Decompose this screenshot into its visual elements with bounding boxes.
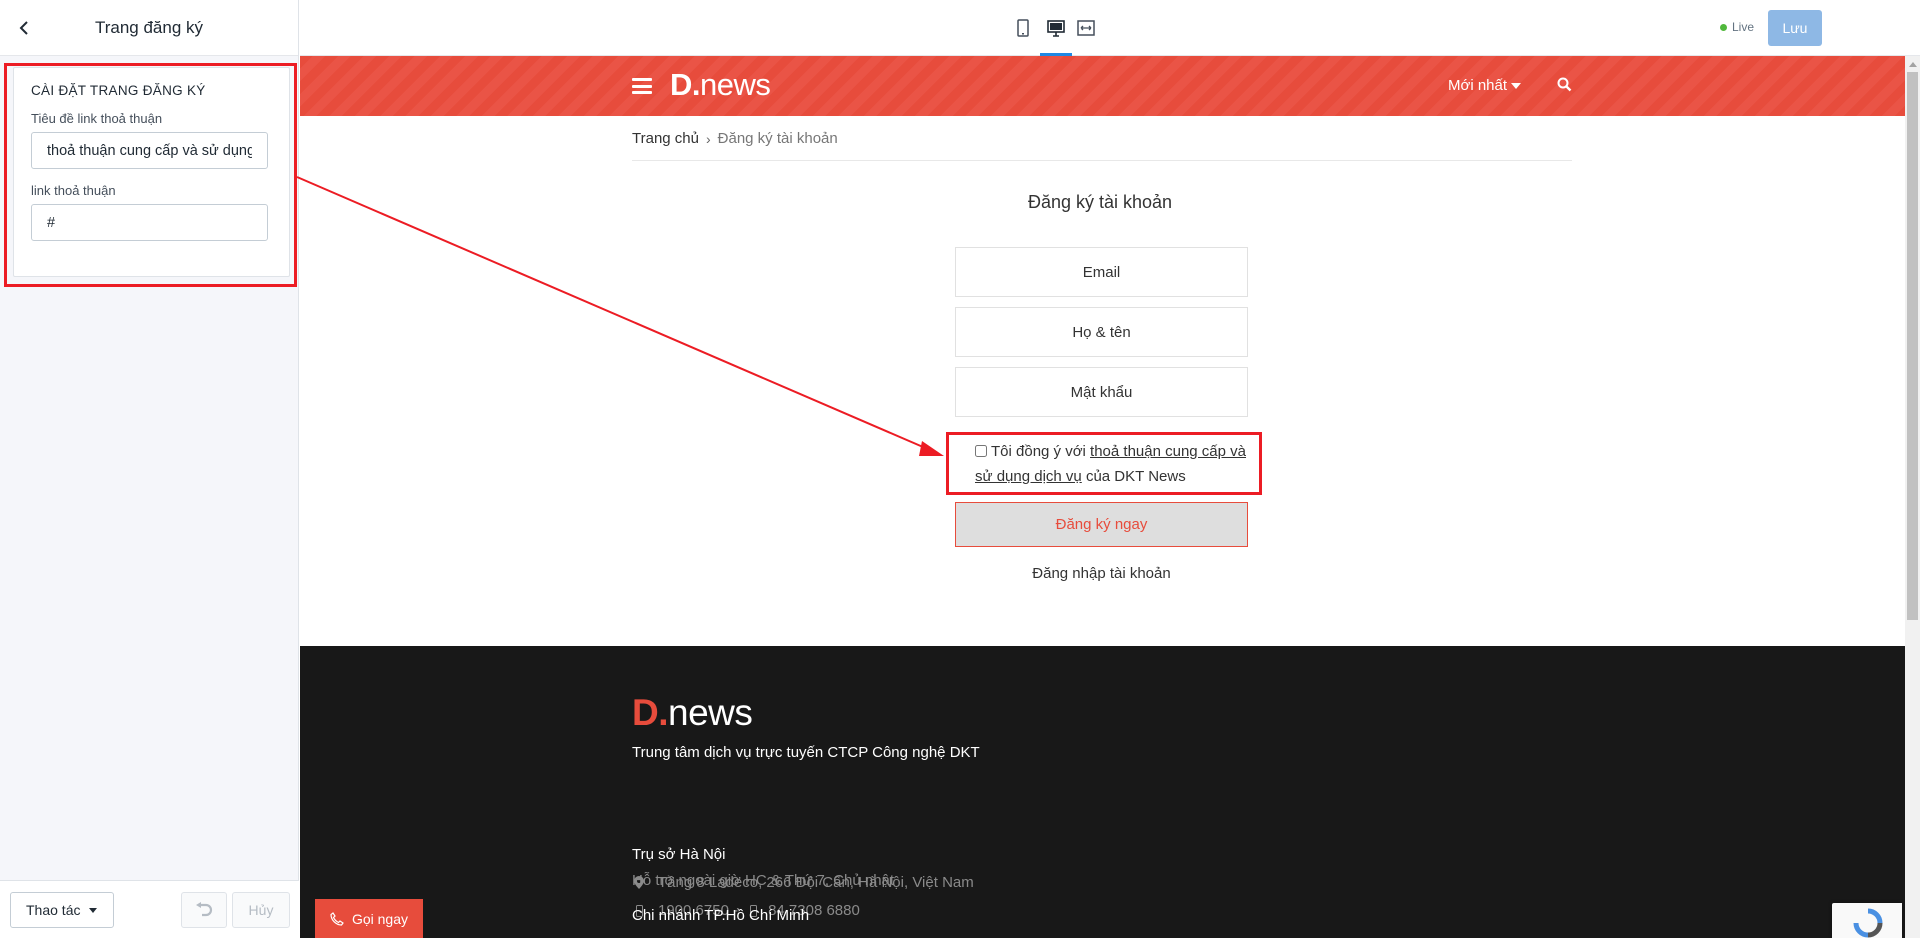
recaptcha-badge[interactable] bbox=[1832, 903, 1902, 938]
site-footer: D.news Trung tâm dịch vụ trực tuyến CTCP… bbox=[300, 646, 1905, 938]
site-preview: D.news Mới nhất Trang chủ › Đăng ký tài … bbox=[300, 56, 1905, 938]
phone-call-icon bbox=[330, 911, 344, 926]
site-logo[interactable]: D.news bbox=[670, 67, 771, 103]
editor-toolbar: Live Lưu bbox=[300, 0, 1920, 56]
preview-scrollbar[interactable] bbox=[1905, 56, 1920, 938]
panel-footer: Thao tác Hủy bbox=[0, 880, 299, 938]
search-button[interactable] bbox=[1557, 77, 1575, 95]
footer-logo-text: news bbox=[668, 692, 753, 733]
footer-logo: D.news bbox=[632, 692, 753, 734]
caret-down-icon bbox=[89, 907, 98, 913]
hamburger-menu-icon[interactable] bbox=[632, 78, 652, 94]
cancel-button[interactable]: Hủy bbox=[232, 892, 290, 928]
logo-text: news bbox=[700, 67, 771, 102]
device-fullwidth-button[interactable] bbox=[1073, 16, 1099, 40]
footer-branch-heading: Chi nhánh TP.Hồ Chí Minh bbox=[632, 907, 810, 924]
breadcrumb-divider bbox=[632, 160, 1572, 161]
fullname-field[interactable] bbox=[955, 307, 1248, 357]
device-mobile-button[interactable] bbox=[1010, 16, 1036, 40]
agree-suffix: của DKT News bbox=[1081, 468, 1186, 485]
live-status: Live bbox=[1720, 20, 1754, 34]
register-form-title: Đăng ký tài khoản bbox=[1027, 192, 1173, 212]
footer-hq-heading: Trụ sở Hà Nội bbox=[632, 846, 726, 863]
search-icon bbox=[1557, 77, 1572, 92]
footer-support-hours: Hỗ trợ ngoài giờ HC & Thứ 7, Chủ nhật bbox=[632, 872, 895, 889]
panel-title: Trang đăng ký bbox=[94, 17, 204, 37]
recaptcha-icon bbox=[1853, 908, 1883, 938]
breadcrumb-separator-icon: › bbox=[705, 130, 711, 147]
site-header: D.news Mới nhất bbox=[300, 56, 1905, 116]
scroll-up-icon[interactable] bbox=[1909, 62, 1917, 67]
agreement-row: Tôi đồng ý với thoả thuận cung cấp và sử… bbox=[975, 439, 1265, 489]
back-button[interactable] bbox=[10, 14, 38, 42]
register-button[interactable]: Đăng ký ngay bbox=[955, 502, 1248, 547]
nav-latest-dropdown[interactable]: Mới nhất bbox=[1448, 77, 1522, 94]
fullwidth-icon bbox=[1077, 20, 1095, 36]
scrollbar-thumb[interactable] bbox=[1907, 72, 1918, 620]
actions-label: Thao tác bbox=[26, 902, 81, 918]
agree-prefix: Tôi đồng ý với bbox=[991, 443, 1091, 460]
caret-down-icon bbox=[1511, 82, 1522, 89]
call-now-label: Gọi ngay bbox=[351, 910, 409, 927]
device-desktop-button[interactable] bbox=[1043, 16, 1069, 40]
desktop-icon bbox=[1047, 19, 1065, 37]
breadcrumb: Trang chủ › Đăng ký tài khoản bbox=[632, 130, 838, 147]
nav-latest-label: Mới nhất bbox=[1448, 77, 1508, 94]
chevron-left-icon bbox=[19, 21, 28, 35]
footer-tagline: Trung tâm dịch vụ trực tuyến CTCP Công n… bbox=[632, 744, 980, 761]
password-field[interactable] bbox=[955, 367, 1248, 417]
footer-logo-mark: D. bbox=[632, 692, 669, 733]
email-field[interactable] bbox=[955, 247, 1248, 297]
settings-panel: Trang đăng ký CÀI ĐẶT TRANG ĐĂNG KÝ Tiêu… bbox=[0, 0, 299, 938]
mobile-icon bbox=[1017, 19, 1029, 37]
undo-icon bbox=[196, 902, 213, 917]
breadcrumb-home[interactable]: Trang chủ bbox=[632, 130, 699, 147]
call-now-button[interactable]: Gọi ngay bbox=[315, 899, 423, 938]
actions-dropdown[interactable]: Thao tác bbox=[10, 892, 114, 928]
undo-button[interactable] bbox=[181, 892, 227, 928]
panel-header: Trang đăng ký bbox=[0, 0, 298, 56]
live-dot-icon bbox=[1720, 23, 1727, 31]
agree-checkbox[interactable] bbox=[975, 445, 987, 457]
save-button[interactable]: Lưu bbox=[1768, 10, 1822, 46]
settings-highlight-box bbox=[4, 63, 297, 287]
login-link[interactable]: Đăng nhập tài khoản bbox=[955, 565, 1248, 582]
breadcrumb-current: Đăng ký tài khoản bbox=[717, 130, 838, 147]
live-label: Live bbox=[1732, 20, 1755, 34]
logo-mark: D. bbox=[670, 67, 701, 102]
